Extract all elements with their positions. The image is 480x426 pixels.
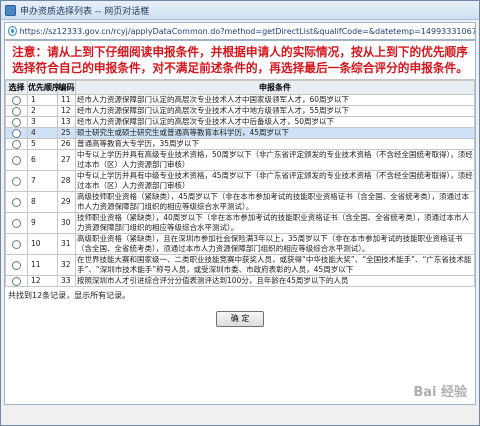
window-title: 申办资质选择列表 -- 网页对话框 — [20, 6, 150, 17]
table-row[interactable]: 3 13 经市人力资源保障部门认定的高层次专业技术人才中后备级人才，50周岁以下 — [5, 116, 475, 128]
row-condition: 高级职业资格（紧缺类），且在深圳市参加社会保险满3年以上，35周岁以下（非在本市… — [75, 233, 475, 255]
row-radio[interactable] — [12, 260, 21, 270]
page-url: https://sz12333.gov.cn/rcyj/applyDataCom… — [19, 26, 475, 36]
row-radio[interactable] — [12, 128, 21, 138]
row-order: 11 — [27, 254, 58, 276]
row-order: 4 — [27, 127, 58, 139]
dialog-window: 申办资质选择列表 -- 网页对话框 https://sz12333.gov.cn… — [0, 0, 480, 426]
row-code: 30 — [57, 212, 76, 234]
row-code: 25 — [57, 127, 76, 139]
notice-text: 注意：请从上到下仔细阅读申报条件，并根据申请人的实际情况，按从上到下的优先顺序选… — [5, 41, 475, 80]
table-row[interactable]: 4 25 硕士研究生或硕士研究生或普通高等教育本科学历，45周岁以下 — [5, 127, 475, 139]
row-code: 29 — [57, 191, 76, 213]
row-condition: 按照深圳市人才引进综合评分分值表测评达到100分，且年龄在45周岁以下的人员 — [75, 275, 475, 287]
row-code: 12 — [57, 105, 76, 117]
row-radio[interactable] — [12, 197, 21, 207]
condition-table: 选择 优先顺序 编码 申报条件 1 11 经市人力资源保障部门认定的高层次专业技术人… — [5, 80, 475, 287]
row-order: 2 — [27, 105, 58, 117]
row-radio[interactable] — [12, 155, 21, 165]
row-condition: 中专以上学历并具有高级专业技术资格，50周岁以下（非广东省评定颁发的专业技术资格… — [75, 149, 475, 171]
row-condition: 技师职业资格（紧缺类），40周岁以下（非在本市参加考试的技能职业资格证书（含全国… — [75, 212, 475, 234]
window-icon — [5, 4, 16, 16]
title-bar: 申办资质选择列表 -- 网页对话框 — [1, 1, 479, 20]
dialog-content: 注意：请从上到下仔细阅读申报条件，并根据申请人的实际情况，按从上到下的优先顺序选… — [4, 40, 476, 405]
row-radio[interactable] — [12, 106, 21, 116]
row-order: 3 — [27, 116, 58, 128]
page-icon — [8, 26, 17, 36]
table-row[interactable]: 1 11 经市人力资源保障部门认定的高层次专业技术人才中国家级领军人才，60周岁以下 — [5, 94, 475, 106]
address-bar: https://sz12333.gov.cn/rcyj/applyDataCom… — [4, 22, 476, 40]
table-row[interactable]: 9 30 技师职业资格（紧缺类），40周岁以下（非在本市参加考试的技能职业资格证书（… — [5, 212, 475, 234]
row-select-cell[interactable] — [5, 105, 28, 117]
row-code: 32 — [57, 254, 76, 276]
row-condition: 经市人力资源保障部门认定的高层次专业技术人才中国家级领军人才，60周岁以下 — [75, 94, 475, 106]
row-select-cell[interactable] — [5, 94, 28, 106]
row-order: 9 — [27, 212, 58, 234]
row-code: 31 — [57, 233, 76, 255]
row-radio[interactable] — [12, 176, 21, 186]
row-radio[interactable] — [12, 276, 21, 286]
row-select-cell[interactable] — [5, 138, 28, 150]
record-summary: 共找到12条记录，显示所有记录。 — [8, 291, 131, 300]
row-order: 7 — [27, 170, 58, 192]
table-row[interactable]: 2 12 经市人力资源保障部门认定的高层次专业技术人才中地方级领军人才，55周岁以下 — [5, 105, 475, 117]
row-radio[interactable] — [12, 139, 21, 149]
confirm-button[interactable]: 确 定 — [216, 311, 264, 327]
row-select-cell[interactable] — [5, 212, 28, 234]
row-code: 33 — [57, 275, 76, 287]
row-condition: 经市人力资源保障部门认定的高层次专业技术人才中后备级人才，50周岁以下 — [75, 116, 475, 128]
row-radio[interactable] — [12, 95, 21, 105]
table-row[interactable]: 10 31 高级职业资格（紧缺类），且在深圳市参加社会保险满3年以上，35周岁以下（… — [5, 233, 475, 255]
header-select: 选择 — [5, 80, 28, 95]
table-row[interactable]: 7 28 中专以上学历并具有中级专业技术资格，45周岁以下（非广东省评定颁发的专业技… — [5, 170, 475, 192]
watermark: Bai 经验 — [413, 385, 467, 400]
row-order: 12 — [27, 275, 58, 287]
row-select-cell[interactable] — [5, 233, 28, 255]
row-code: 26 — [57, 138, 76, 150]
row-condition: 普通高等教育大专学历，35周岁以下 — [75, 138, 475, 150]
row-order: 5 — [27, 138, 58, 150]
row-radio[interactable] — [12, 239, 21, 249]
row-code: 28 — [57, 170, 76, 192]
table-row[interactable]: 12 33 按照深圳市人才引进综合评分分值表测评达到100分，且年龄在45周岁以下的… — [5, 275, 475, 287]
row-radio[interactable] — [12, 117, 21, 127]
row-select-cell[interactable] — [5, 116, 28, 128]
row-select-cell[interactable] — [5, 149, 28, 171]
row-order: 10 — [27, 233, 58, 255]
row-select-cell[interactable] — [5, 127, 28, 139]
row-select-cell[interactable] — [5, 170, 28, 192]
table-header-row: 选择 优先顺序 编码 申报条件 — [5, 80, 475, 95]
row-select-cell[interactable] — [5, 254, 28, 276]
row-radio[interactable] — [12, 218, 21, 228]
row-order: 6 — [27, 149, 58, 171]
row-condition: 中专以上学历并具有中级专业技术资格，45周岁以下（非广东省评定颁发的专业技术资格… — [75, 170, 475, 192]
table-row[interactable]: 6 27 中专以上学历并具有高级专业技术资格，50周岁以下（非广东省评定颁发的专业技… — [5, 149, 475, 171]
header-condition: 申报条件 — [75, 80, 475, 95]
row-code: 11 — [57, 94, 76, 106]
table-row[interactable]: 5 26 普通高等教育大专学历，35周岁以下 — [5, 138, 475, 150]
header-order: 优先顺序 — [27, 80, 60, 95]
row-code: 13 — [57, 116, 76, 128]
row-order: 1 — [27, 94, 58, 106]
row-condition: 在世界技能大赛和国家级一、二类职业技能竞赛中获奖人员，或获得“中华技能大奖”、“… — [75, 254, 475, 276]
table-row[interactable]: 11 32 在世界技能大赛和国家级一、二类职业技能竞赛中获奖人员，或获得“中华技能大… — [5, 254, 475, 276]
table-row[interactable]: 8 29 高级技师职业资格（紧缺类），45周岁以下（非在本市参加考试的技能职业资格证… — [5, 191, 475, 213]
row-condition: 硕士研究生或硕士研究生或普通高等教育本科学历，45周岁以下 — [75, 127, 475, 139]
header-code: 编码 — [57, 80, 76, 95]
row-condition: 经市人力资源保障部门认定的高层次专业技术人才中地方级领军人才，55周岁以下 — [75, 105, 475, 117]
row-order: 8 — [27, 191, 58, 213]
row-code: 27 — [57, 149, 76, 171]
row-select-cell[interactable] — [5, 191, 28, 213]
row-select-cell[interactable] — [5, 275, 28, 287]
row-condition: 高级技师职业资格（紧缺类），45周岁以下（非在本市参加考试的技能职业资格证书（含… — [75, 191, 475, 213]
